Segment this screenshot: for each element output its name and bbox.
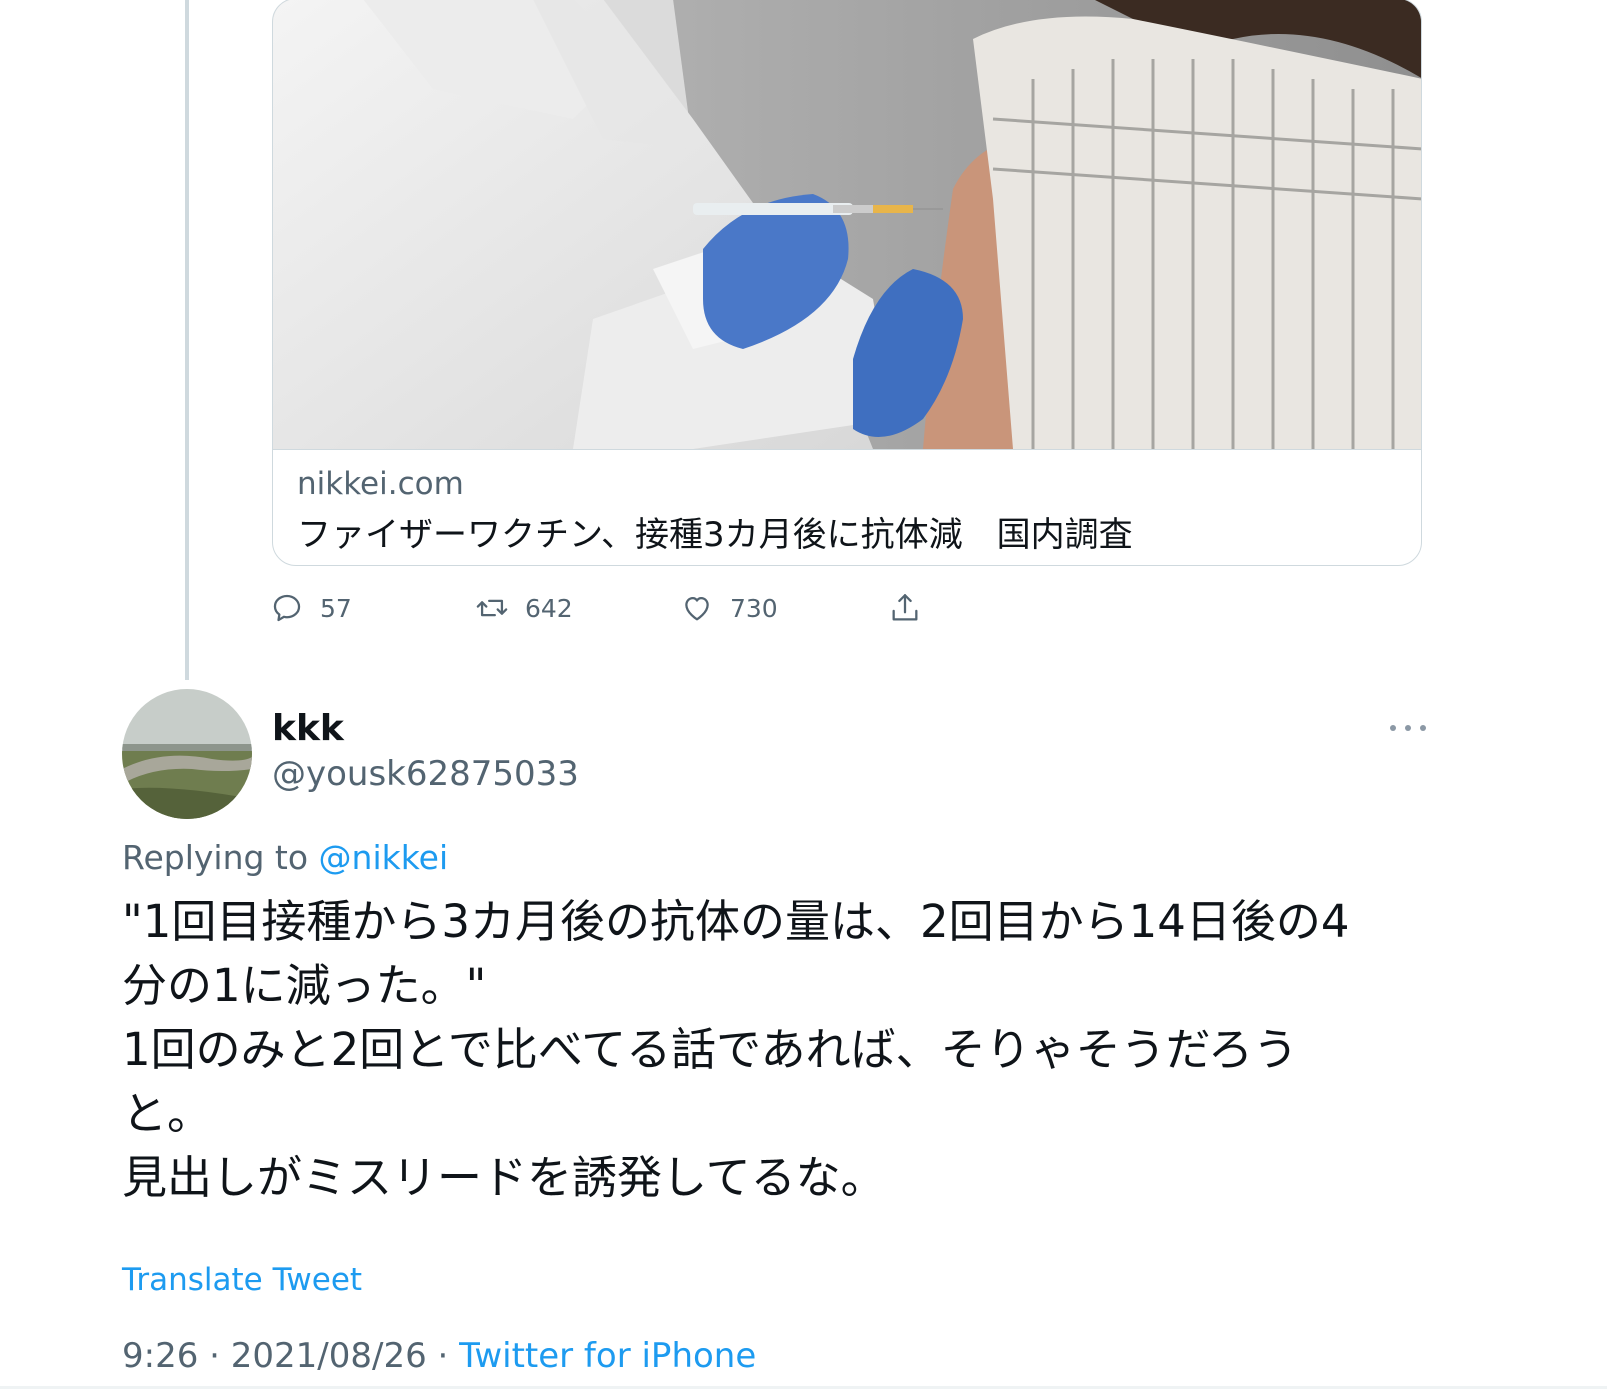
tweet-text: "1回目接種から3カ月後の抗体の量は、2回目から14日後の4 分の1に減った。"… [122, 890, 1422, 1210]
link-title: ファイザーワクチン、接種3カ月後に抗体減 国内調査 [297, 515, 1133, 555]
reply-icon [273, 594, 301, 622]
heart-icon [685, 596, 709, 621]
tweet-source-link[interactable]: Twitter for iPhone [459, 1336, 756, 1376]
tweet-text-line: 1回のみと2回とで比べてる話であれば、そりゃそうだろう [122, 1023, 1298, 1076]
article-image [273, 0, 1421, 450]
retweet-count: 642 [525, 593, 573, 623]
tweet-text-line: と。 [122, 1087, 213, 1140]
link-preview-card[interactable]: nikkei.com ファイザーワクチン、接種3カ月後に抗体減 国内調査 [272, 0, 1422, 566]
link-domain: nikkei.com [297, 466, 464, 502]
avatar[interactable] [122, 689, 252, 819]
share-button[interactable] [888, 586, 922, 630]
replying-to: Replying to @nikkei [122, 838, 448, 877]
tweet-text-line: 見出しがミスリードを誘発してるな。 [122, 1151, 886, 1204]
tweet-text-line: "1回目接種から3カ月後の抗体の量は、2回目から14日後の4 [122, 895, 1350, 948]
tweet-metadata: 9:26 · 2021/08/26 · Twitter for iPhone [122, 1336, 756, 1376]
reply-button[interactable]: 57 [270, 586, 352, 630]
reply-count: 57 [320, 593, 352, 623]
retweet-icon [476, 599, 508, 617]
tweet-text-line: 分の1に減った。" [122, 959, 487, 1012]
share-icon [892, 594, 918, 621]
tweet-timestamp[interactable]: 9:26 · 2021/08/26 · [122, 1336, 459, 1376]
like-count: 730 [730, 593, 778, 623]
tweet-actions: 57 642 730 [270, 586, 970, 636]
replying-mention-link[interactable]: @nikkei [319, 838, 449, 877]
like-button[interactable]: 730 [680, 586, 778, 630]
more-options-icon[interactable] [1390, 720, 1426, 736]
translate-tweet-link[interactable]: Translate Tweet [122, 1262, 362, 1298]
user-handle[interactable]: @yousk62875033 [272, 754, 579, 794]
replying-prefix: Replying to [122, 838, 319, 877]
thread-connector-line [185, 0, 189, 680]
retweet-button[interactable]: 642 [475, 586, 573, 630]
display-name[interactable]: kkk [272, 708, 344, 749]
